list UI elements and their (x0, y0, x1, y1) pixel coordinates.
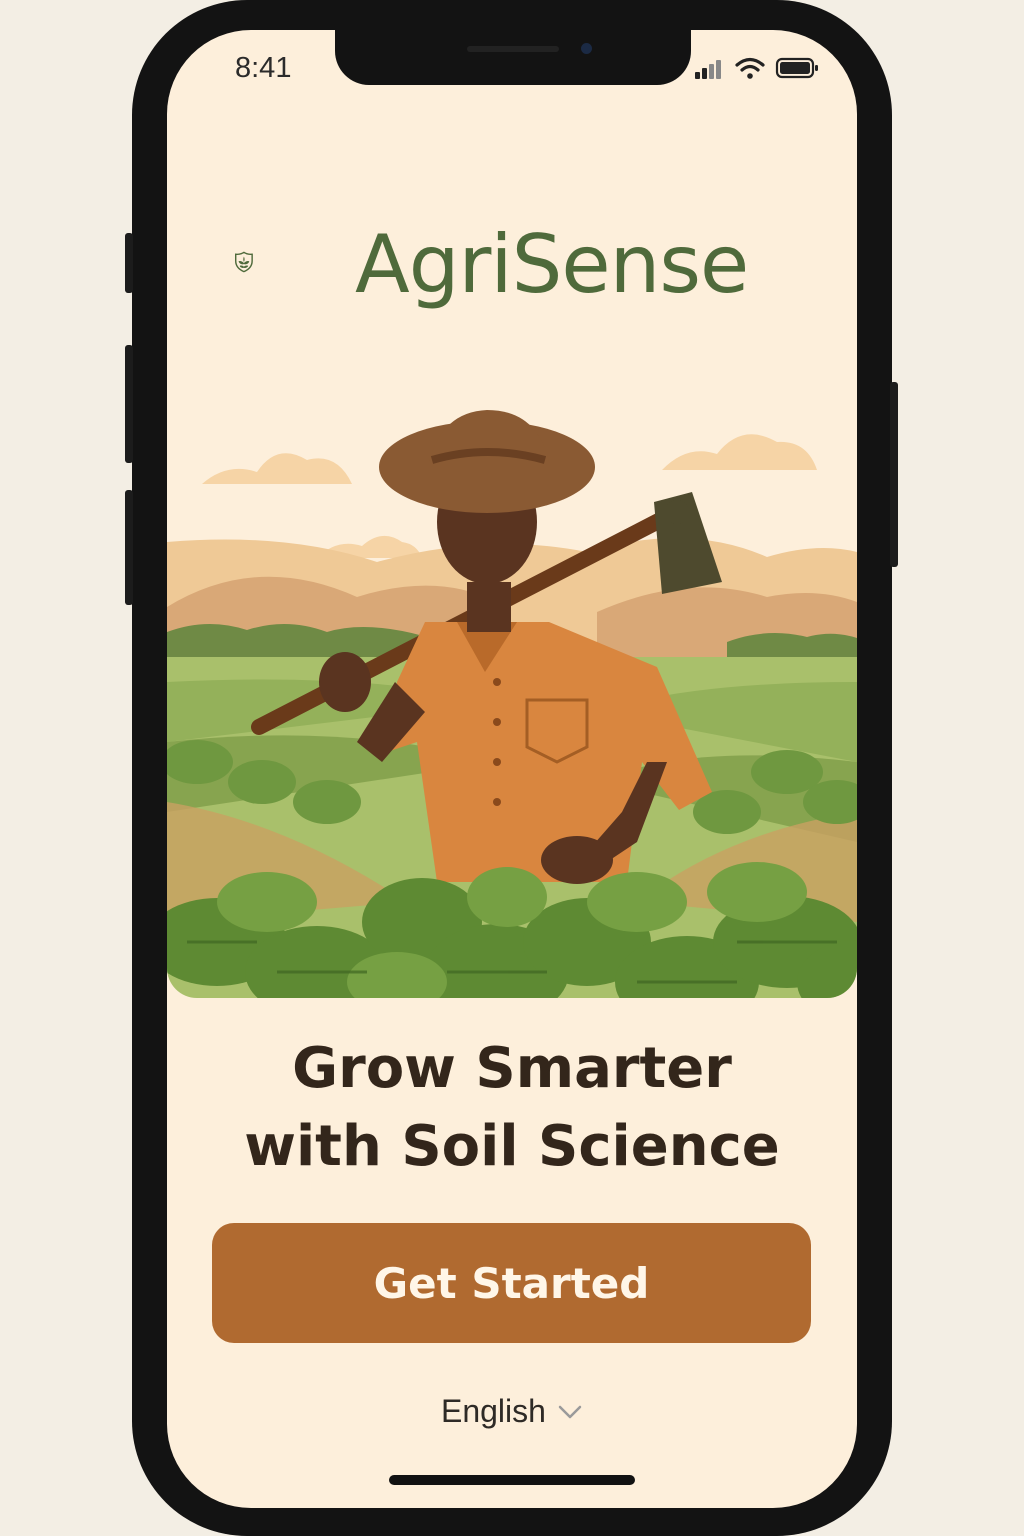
app-screen: 8:41 AgriSense Grow Smarter with Soil Sc… (167, 30, 857, 1508)
brand-name: AgriSense (355, 218, 749, 311)
battery-icon (775, 57, 818, 79)
front-camera (581, 43, 592, 54)
headline-line-1: Grow Smarter (292, 1036, 732, 1101)
language-label: English (440, 1393, 546, 1429)
status-icons (695, 57, 818, 79)
volume-up-button (125, 345, 133, 463)
status-time: 8:41 (235, 52, 292, 84)
cellular-signal-icon (695, 60, 721, 79)
speaker-grille (467, 46, 559, 52)
home-indicator[interactable] (389, 1475, 635, 1485)
farmer-in-field-illustration (167, 382, 857, 998)
silent-switch (125, 233, 133, 293)
volume-down-button (125, 490, 133, 605)
headline-line-2: with Soil Science (244, 1114, 780, 1179)
chevron-down-icon (558, 1405, 582, 1418)
language-selector[interactable]: English (167, 1393, 857, 1430)
get-started-button[interactable]: Get Started (212, 1223, 811, 1343)
notch (335, 30, 691, 85)
power-button (890, 382, 898, 567)
wifi-icon (735, 57, 765, 79)
shield-leaf-icon (235, 251, 253, 273)
